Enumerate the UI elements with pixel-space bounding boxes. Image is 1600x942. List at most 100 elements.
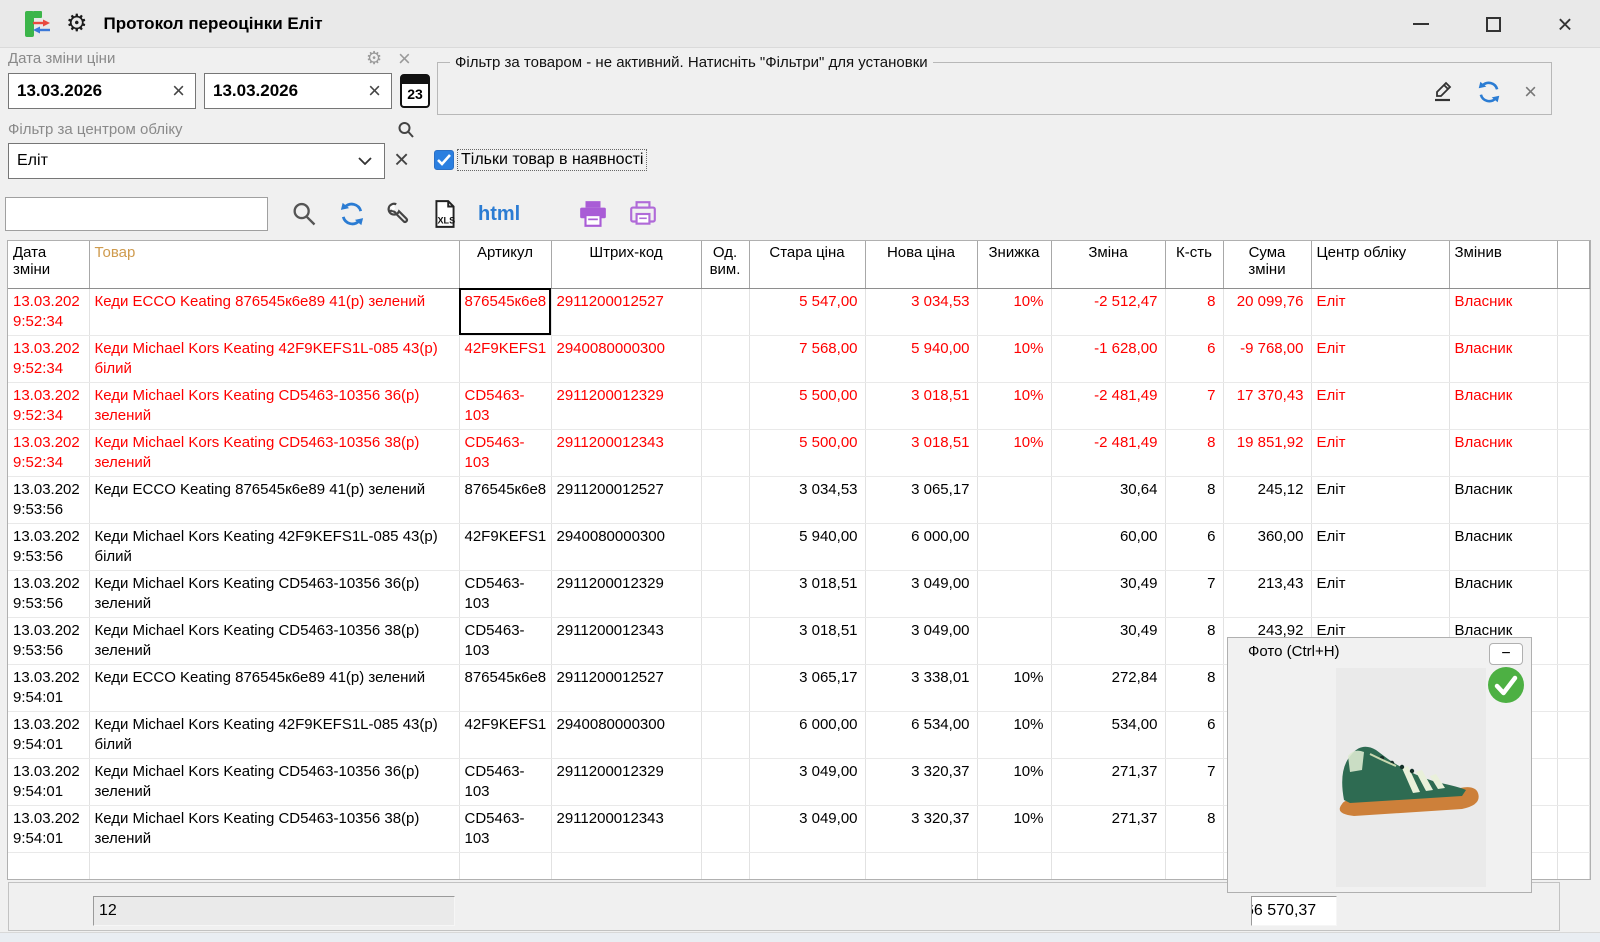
cell-change[interactable]: -1 628,00 <box>1051 335 1165 382</box>
cell-qty[interactable]: 8 <box>1165 805 1223 852</box>
cell-new_price[interactable]: 3 049,00 <box>865 617 977 664</box>
cell-qty[interactable]: 8 <box>1165 429 1223 476</box>
cell-new_price[interactable]: 3 049,00 <box>865 570 977 617</box>
cell-old_price[interactable]: 5 940,00 <box>749 523 865 570</box>
cell-changed_by[interactable]: Власник <box>1449 335 1557 382</box>
cell-changed_by[interactable]: Власник <box>1449 570 1557 617</box>
cell-changed_by[interactable]: Власник <box>1449 382 1557 429</box>
cell-barcode[interactable]: 2911200012527 <box>551 288 701 335</box>
table-row[interactable]: 13.03.2029:52:34Кеди Michael Kors Keatin… <box>8 429 1590 476</box>
cell-center[interactable]: Еліт <box>1311 476 1449 523</box>
search-icon[interactable] <box>290 200 318 228</box>
cell-product[interactable]: Кеди Michael Kors Keating CD5463-10356 3… <box>89 570 459 617</box>
cell-unit[interactable] <box>701 429 749 476</box>
close-button[interactable]: × <box>1550 9 1580 39</box>
table-row[interactable]: 13.03.2029:53:56Кеди Michael Kors Keatin… <box>8 570 1590 617</box>
cell-sku[interactable]: 876545к6е8 <box>459 288 551 335</box>
table-row[interactable]: 13.03.2029:53:56Кеди Michael Kors Keatin… <box>8 523 1590 570</box>
stock-checkbox-label[interactable]: Тільки товар в наявності <box>457 149 647 171</box>
cell-barcode[interactable]: 2911200012527 <box>551 664 701 711</box>
cell-new_price[interactable]: 6 534,00 <box>865 711 977 758</box>
date-from-input[interactable]: 13.03.2026 × <box>8 73 196 109</box>
cell-date[interactable]: 13.03.2029:52:34 <box>8 429 89 476</box>
cell-discount[interactable] <box>977 617 1051 664</box>
cell-unit[interactable] <box>701 382 749 429</box>
cell-date[interactable]: 13.03.2029:54:01 <box>8 758 89 805</box>
cell-new_price[interactable]: 3 338,01 <box>865 664 977 711</box>
column-header[interactable]: Дата зміни <box>8 241 89 288</box>
cell-old_price[interactable]: 5 500,00 <box>749 429 865 476</box>
cell-changed_by[interactable]: Власник <box>1449 288 1557 335</box>
cell-barcode[interactable]: 2940080000300 <box>551 711 701 758</box>
cell-discount[interactable]: 10% <box>977 288 1051 335</box>
table-row[interactable]: 13.03.2029:52:34Кеди Michael Kors Keatin… <box>8 382 1590 429</box>
cell-sku[interactable]: CD5463-103 <box>459 758 551 805</box>
cell-discount[interactable]: 10% <box>977 805 1051 852</box>
date-filter-close-icon[interactable]: × <box>398 46 411 72</box>
cell-old_price[interactable]: 5 547,00 <box>749 288 865 335</box>
cell-barcode[interactable]: 2940080000300 <box>551 335 701 382</box>
export-xls-icon[interactable]: XLS <box>432 199 458 229</box>
cell-barcode[interactable]: 2940080000300 <box>551 523 701 570</box>
cell-qty[interactable]: 7 <box>1165 758 1223 805</box>
cell-center[interactable]: Еліт <box>1311 335 1449 382</box>
cell-new_price[interactable]: 3 320,37 <box>865 758 977 805</box>
cell-old_price[interactable]: 6 000,00 <box>749 711 865 758</box>
cell-barcode[interactable]: 2911200012343 <box>551 805 701 852</box>
column-header[interactable]: Од. вим. <box>701 241 749 288</box>
minimize-button[interactable] <box>1406 9 1436 39</box>
cell-center[interactable]: Еліт <box>1311 429 1449 476</box>
table-row[interactable]: 13.03.2029:52:34Кеди Michael Kors Keatin… <box>8 335 1590 382</box>
cell-qty[interactable]: 8 <box>1165 617 1223 664</box>
cell-change[interactable]: -2 481,49 <box>1051 429 1165 476</box>
cell-change[interactable]: 271,37 <box>1051 758 1165 805</box>
cell-old_price[interactable]: 3 065,17 <box>749 664 865 711</box>
column-header[interactable]: Штрих-код <box>551 241 701 288</box>
cell-center[interactable]: Еліт <box>1311 288 1449 335</box>
cell-barcode[interactable]: 2911200012329 <box>551 758 701 805</box>
cell-sum[interactable]: 245,12 <box>1223 476 1311 523</box>
cell-sum[interactable]: 17 370,43 <box>1223 382 1311 429</box>
maximize-button[interactable] <box>1478 9 1508 39</box>
cell-changed_by[interactable]: Власник <box>1449 476 1557 523</box>
cell-change[interactable]: -2 512,47 <box>1051 288 1165 335</box>
cell-sum[interactable]: 360,00 <box>1223 523 1311 570</box>
center-search-icon[interactable] <box>396 120 416 140</box>
cell-center[interactable]: Еліт <box>1311 382 1449 429</box>
cell-unit[interactable] <box>701 570 749 617</box>
cell-qty[interactable]: 6 <box>1165 523 1223 570</box>
column-header[interactable]: Стара ціна <box>749 241 865 288</box>
cell-date[interactable]: 13.03.2029:53:56 <box>8 476 89 523</box>
cell-sku[interactable]: CD5463-103 <box>459 570 551 617</box>
cell-date[interactable]: 13.03.2029:54:01 <box>8 664 89 711</box>
cell-date[interactable]: 13.03.2029:52:34 <box>8 382 89 429</box>
cell-barcode[interactable]: 2911200012343 <box>551 617 701 664</box>
settings-wrench-icon[interactable] <box>386 201 412 227</box>
cell-center[interactable]: Еліт <box>1311 523 1449 570</box>
cell-discount[interactable]: 10% <box>977 758 1051 805</box>
cell-product[interactable]: Кеди Michael Kors Keating CD5463-10356 3… <box>89 758 459 805</box>
cell-unit[interactable] <box>701 335 749 382</box>
cell-changed_by[interactable]: Власник <box>1449 523 1557 570</box>
cell-date[interactable]: 13.03.2029:52:34 <box>8 288 89 335</box>
cell-qty[interactable]: 8 <box>1165 476 1223 523</box>
cell-product[interactable]: Кеди ECCO Keating 876545к6е89 41(р) зеле… <box>89 476 459 523</box>
column-header[interactable]: Знижка <box>977 241 1051 288</box>
cell-change[interactable]: -2 481,49 <box>1051 382 1165 429</box>
date-filter-gear-icon[interactable]: ⚙ <box>366 48 382 69</box>
cell-new_price[interactable]: 3 018,51 <box>865 382 977 429</box>
cell-new_price[interactable]: 6 000,00 <box>865 523 977 570</box>
center-filter-clear-icon[interactable]: × <box>394 144 409 175</box>
cell-discount[interactable] <box>977 570 1051 617</box>
table-row[interactable]: 13.03.2029:52:34Кеди ECCO Keating 876545… <box>8 288 1590 335</box>
cell-barcode[interactable]: 2911200012329 <box>551 382 701 429</box>
cell-change[interactable]: 271,37 <box>1051 805 1165 852</box>
cell-unit[interactable] <box>701 805 749 852</box>
column-header[interactable]: Товар <box>89 241 459 288</box>
cell-qty[interactable]: 7 <box>1165 570 1223 617</box>
cell-unit[interactable] <box>701 288 749 335</box>
cell-new_price[interactable]: 3 065,17 <box>865 476 977 523</box>
column-header[interactable]: Центр обліку <box>1311 241 1449 288</box>
cell-new_price[interactable]: 3 034,53 <box>865 288 977 335</box>
cell-sum[interactable]: -9 768,00 <box>1223 335 1311 382</box>
